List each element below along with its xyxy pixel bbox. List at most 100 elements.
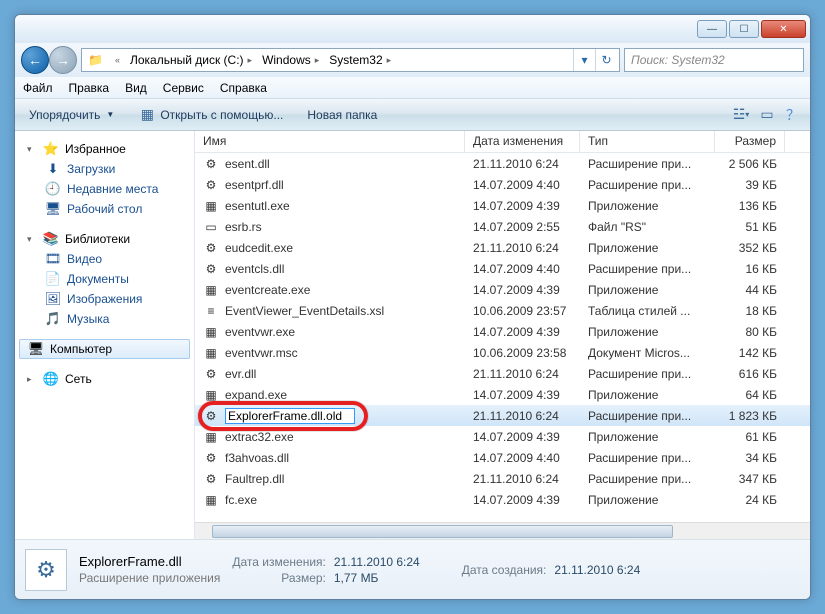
file-type: Расширение при... (580, 448, 715, 468)
organize-button[interactable]: Упорядочить▼ (23, 105, 120, 125)
file-icon: ▦ (203, 324, 219, 340)
file-name: EventViewer_EventDetails.xsl (225, 304, 384, 318)
file-icon: ▦ (203, 387, 219, 403)
table-row[interactable]: ▦eventvwr.msc 10.06.2009 23:58 Документ … (195, 342, 810, 363)
file-type: Приложение (580, 238, 715, 258)
table-row[interactable]: ⚙ 21.11.2010 6:24 Расширение при... 1 82… (195, 405, 810, 426)
sidebar-item-desktop[interactable]: 🖥Рабочий стол (15, 199, 194, 219)
view-options-icon[interactable]: ☳▾ (732, 106, 750, 124)
table-row[interactable]: ▦esentutl.exe 14.07.2009 4:39 Приложение… (195, 195, 810, 216)
details-pane: ⚙ ExplorerFrame.dll Расширение приложени… (15, 539, 810, 599)
breadcrumb-sep[interactable]: « (109, 53, 124, 67)
table-row[interactable]: ▦eventvwr.exe 14.07.2009 4:39 Приложение… (195, 321, 810, 342)
explorer-window: — ☐ ✕ ← → 📁 « Локальный диск (C:)▸ Windo… (14, 14, 811, 600)
file-date: 14.07.2009 2:55 (465, 217, 580, 237)
help-icon[interactable]: ？ (784, 106, 802, 124)
sidebar-item-music[interactable]: 🎵Музыка (15, 309, 194, 329)
table-row[interactable]: ⚙evr.dll 21.11.2010 6:24 Расширение при.… (195, 363, 810, 384)
file-date: 14.07.2009 4:40 (465, 175, 580, 195)
menu-edit[interactable]: Правка (69, 81, 110, 95)
sidebar-favorites[interactable]: ▾⭐Избранное (15, 139, 194, 159)
column-headers: Имя Дата изменения Тип Размер (195, 131, 810, 153)
file-size: 347 КБ (715, 469, 785, 489)
back-button[interactable]: ← (21, 46, 49, 74)
file-icon: ⚙ (203, 366, 219, 382)
file-type-icon: ⚙ (25, 549, 67, 591)
sidebar-computer[interactable]: 🖥Компьютер (19, 339, 190, 359)
address-bar[interactable]: 📁 « Локальный диск (C:)▸ Windows▸ System… (81, 48, 620, 72)
table-row[interactable]: ▦expand.exe 14.07.2009 4:39 Приложение 6… (195, 384, 810, 405)
file-type: Таблица стилей ... (580, 301, 715, 321)
details-mod-label: Дата изменения: (232, 555, 326, 569)
col-date[interactable]: Дата изменения (465, 131, 580, 152)
menu-file[interactable]: Файл (23, 81, 53, 95)
breadcrumb-windows[interactable]: Windows▸ (258, 51, 323, 69)
file-icon: ▦ (203, 429, 219, 445)
table-row[interactable]: ⚙eventcls.dll 14.07.2009 4:40 Расширение… (195, 258, 810, 279)
file-date: 14.07.2009 4:39 (465, 196, 580, 216)
maximize-button[interactable]: ☐ (729, 20, 759, 38)
file-date: 14.07.2009 4:39 (465, 427, 580, 447)
file-list: Имя Дата изменения Тип Размер ⚙esent.dll… (195, 131, 810, 539)
file-name: eventvwr.exe (225, 325, 295, 339)
file-icon: ⚙ (203, 450, 219, 466)
close-button[interactable]: ✕ (761, 20, 806, 38)
file-date: 14.07.2009 4:40 (465, 259, 580, 279)
file-size: 18 КБ (715, 301, 785, 321)
menu-tools[interactable]: Сервис (163, 81, 204, 95)
sidebar-libraries[interactable]: ▾📚Библиотеки (15, 229, 194, 249)
col-name[interactable]: Имя (195, 131, 465, 152)
open-with-button[interactable]: ▦Открыть с помощью... (132, 103, 289, 127)
sidebar-item-downloads[interactable]: ⬇Загрузки (15, 159, 194, 179)
search-input[interactable]: Поиск: System32 (624, 48, 804, 72)
table-row[interactable]: ⚙f3ahvoas.dll 14.07.2009 4:40 Расширение… (195, 447, 810, 468)
horizontal-scrollbar[interactable] (195, 522, 810, 539)
file-icon: ≡ (203, 303, 219, 319)
new-folder-button[interactable]: Новая папка (301, 105, 383, 125)
sidebar: ▾⭐Избранное ⬇Загрузки 🕘Недавние места 🖥Р… (15, 131, 195, 539)
table-row[interactable]: ⚙eudcedit.exe 21.11.2010 6:24 Приложение… (195, 237, 810, 258)
file-date: 14.07.2009 4:39 (465, 280, 580, 300)
sidebar-network[interactable]: ▸🌐Сеть (15, 369, 194, 389)
breadcrumb-disk[interactable]: Локальный диск (C:)▸ (126, 51, 256, 69)
network-icon: 🌐 (43, 371, 59, 387)
file-icon: ▦ (203, 282, 219, 298)
forward-button[interactable]: → (49, 46, 77, 74)
file-icon: ▭ (203, 219, 219, 235)
table-row[interactable]: ▭esrb.rs 14.07.2009 2:55 Файл "RS" 51 КБ (195, 216, 810, 237)
table-row[interactable]: ≡EventViewer_EventDetails.xsl 10.06.2009… (195, 300, 810, 321)
sidebar-item-recent[interactable]: 🕘Недавние места (15, 179, 194, 199)
file-type: Документ Micros... (580, 343, 715, 363)
desktop-icon: 🖥 (45, 201, 61, 217)
star-icon: ⭐ (43, 141, 59, 157)
file-name: eventcreate.exe (225, 283, 310, 297)
menu-view[interactable]: Вид (125, 81, 147, 95)
file-date: 21.11.2010 6:24 (465, 154, 580, 174)
file-name: expand.exe (225, 388, 287, 402)
sidebar-item-pictures[interactable]: 🖼Изображения (15, 289, 194, 309)
table-row[interactable]: ▦extrac32.exe 14.07.2009 4:39 Приложение… (195, 426, 810, 447)
scrollbar-thumb[interactable] (212, 525, 673, 538)
sidebar-item-video[interactable]: 🎞Видео (15, 249, 194, 269)
rename-input[interactable] (225, 408, 355, 424)
table-row[interactable]: ⚙Faultrep.dll 21.11.2010 6:24 Расширение… (195, 468, 810, 489)
addr-dropdown-icon[interactable]: ▾ (573, 49, 595, 71)
table-row[interactable]: ▦fc.exe 14.07.2009 4:39 Приложение 24 КБ (195, 489, 810, 510)
file-size: 61 КБ (715, 427, 785, 447)
file-size: 2 506 КБ (715, 154, 785, 174)
col-type[interactable]: Тип (580, 131, 715, 152)
file-rows[interactable]: ⚙esent.dll 21.11.2010 6:24 Расширение пр… (195, 153, 810, 522)
refresh-icon[interactable]: ↻ (595, 49, 617, 71)
breadcrumb-system32[interactable]: System32▸ (325, 51, 395, 69)
file-date: 10.06.2009 23:58 (465, 343, 580, 363)
table-row[interactable]: ⚙esentprf.dll 14.07.2009 4:40 Расширение… (195, 174, 810, 195)
table-row[interactable]: ▦eventcreate.exe 14.07.2009 4:39 Приложе… (195, 279, 810, 300)
col-size[interactable]: Размер (715, 131, 785, 152)
minimize-button[interactable]: — (697, 20, 727, 38)
document-icon: 📄 (45, 271, 61, 287)
table-row[interactable]: ⚙esent.dll 21.11.2010 6:24 Расширение пр… (195, 153, 810, 174)
preview-pane-icon[interactable]: ▭ (758, 106, 776, 124)
sidebar-item-documents[interactable]: 📄Документы (15, 269, 194, 289)
details-size-value: 1,77 МБ (334, 571, 420, 585)
menu-help[interactable]: Справка (220, 81, 267, 95)
